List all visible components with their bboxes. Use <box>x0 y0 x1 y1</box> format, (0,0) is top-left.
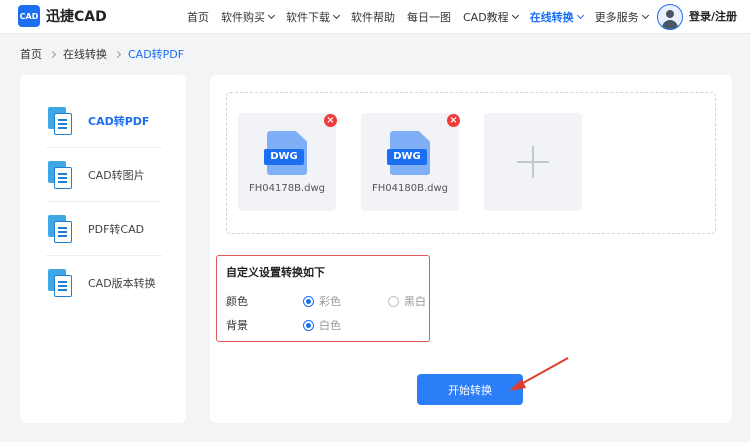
chevron-right-icon <box>48 50 57 58</box>
chevron-down-icon <box>267 11 276 20</box>
file-name: FH04178B.dwg <box>249 183 325 194</box>
plus-icon-vertical <box>532 146 534 178</box>
color-label: 颜色 <box>226 295 248 308</box>
settings-title: 自定义设置转换如下 <box>226 266 325 279</box>
chevron-down-icon <box>332 11 341 20</box>
breadcrumb-home[interactable]: 首页 <box>20 46 42 62</box>
user-icon-body <box>662 20 678 29</box>
user-icon <box>666 10 674 18</box>
add-file-button[interactable] <box>484 113 582 211</box>
dwg-file-icon: DWG <box>264 131 307 175</box>
nav-more-services[interactable]: 更多服务 <box>594 9 649 25</box>
radio-label: 白色 <box>319 319 341 332</box>
file-type-tag: DWG <box>387 149 427 165</box>
sidebar-item-label: CAD转PDF <box>88 115 150 128</box>
nav-label: 更多服务 <box>594 11 639 24</box>
custom-settings-box: 自定义设置转换如下 颜色 彩色 黑白 背景 白色 <box>216 255 430 342</box>
radio-unchecked-icon <box>388 295 399 307</box>
main-nav: 首页 软件购买 软件下载 软件帮助 每日一图 CAD教程 在线转换 更多服务 <box>187 0 660 34</box>
sidebar: CAD转PDF CAD转图片 PDF转CAD CAD版本转换 <box>20 75 186 423</box>
chevron-down-icon <box>641 11 649 20</box>
start-convert-button[interactable]: 开始转换 <box>417 374 523 405</box>
remove-file-icon[interactable]: × <box>447 114 460 127</box>
chevron-down-icon <box>576 11 584 20</box>
nav-daily-drawing[interactable]: 每日一图 <box>407 9 451 25</box>
nav-label: 软件帮助 <box>351 11 395 24</box>
convert-panel: DWG FH04178B.dwg × DWG FH04180B.dwg × 自定… <box>210 75 732 423</box>
color-option-bw[interactable]: 黑白 <box>388 293 426 309</box>
document-convert-icon <box>46 107 74 135</box>
chevron-down-icon <box>511 11 519 20</box>
logo-text: 迅捷CAD <box>46 9 107 25</box>
logo-icon: CAD <box>18 5 40 27</box>
logo[interactable]: CAD 迅捷CAD <box>18 5 107 27</box>
breadcrumb-current: CAD转PDF <box>128 48 185 61</box>
login-register-link[interactable]: 登录/注册 <box>689 0 737 34</box>
radio-label: 彩色 <box>319 295 341 308</box>
nav-label: 软件下载 <box>286 11 330 24</box>
file-dropzone[interactable]: DWG FH04178B.dwg × DWG FH04180B.dwg × <box>226 92 716 234</box>
avatar[interactable] <box>657 4 683 30</box>
nav-label: 首页 <box>187 11 209 24</box>
nav-download[interactable]: 软件下载 <box>286 9 341 25</box>
sidebar-item-label: CAD版本转换 <box>88 277 156 290</box>
sidebar-item-cad-to-image[interactable]: CAD转图片 <box>46 148 162 202</box>
nav-label: 在线转换 <box>529 11 574 24</box>
file-card[interactable]: DWG FH04178B.dwg × <box>238 113 337 211</box>
file-type-tag: DWG <box>264 149 304 165</box>
sidebar-item-label: CAD转图片 <box>88 169 145 182</box>
nav-home[interactable]: 首页 <box>187 9 209 25</box>
dwg-file-icon: DWG <box>387 131 430 175</box>
version-convert-icon <box>46 269 74 297</box>
nav-help[interactable]: 软件帮助 <box>351 9 395 25</box>
color-option-colorful[interactable]: 彩色 <box>303 293 341 309</box>
nav-purchase[interactable]: 软件购买 <box>221 9 276 25</box>
file-name: FH04180B.dwg <box>372 183 448 194</box>
chevron-right-icon <box>113 50 122 58</box>
background-label: 背景 <box>226 319 248 332</box>
image-convert-icon <box>46 161 74 189</box>
file-card[interactable]: DWG FH04180B.dwg × <box>361 113 460 211</box>
breadcrumb-online-convert[interactable]: 在线转换 <box>63 46 107 62</box>
radio-checked-icon <box>303 295 314 307</box>
nav-label: 软件购买 <box>221 11 265 24</box>
nav-online-convert[interactable]: 在线转换 <box>529 9 584 25</box>
radio-checked-icon <box>303 319 314 331</box>
sidebar-item-label: PDF转CAD <box>88 223 145 236</box>
remove-file-icon[interactable]: × <box>324 114 337 127</box>
sidebar-item-cad-to-pdf[interactable]: CAD转PDF <box>46 94 162 148</box>
nav-label: 每日一图 <box>407 11 451 24</box>
pdf-convert-icon <box>46 215 74 243</box>
radio-label: 黑白 <box>404 295 426 308</box>
top-header: CAD 迅捷CAD 首页 软件购买 软件下载 软件帮助 每日一图 CAD教程 在… <box>0 0 750 34</box>
sidebar-item-cad-version-convert[interactable]: CAD版本转换 <box>46 256 162 310</box>
background-option-white[interactable]: 白色 <box>303 317 341 333</box>
nav-label: CAD教程 <box>463 11 509 24</box>
sidebar-item-pdf-to-cad[interactable]: PDF转CAD <box>46 202 162 256</box>
breadcrumb: 首页 在线转换 CAD转PDF <box>20 46 184 62</box>
nav-tutorials[interactable]: CAD教程 <box>463 9 519 25</box>
